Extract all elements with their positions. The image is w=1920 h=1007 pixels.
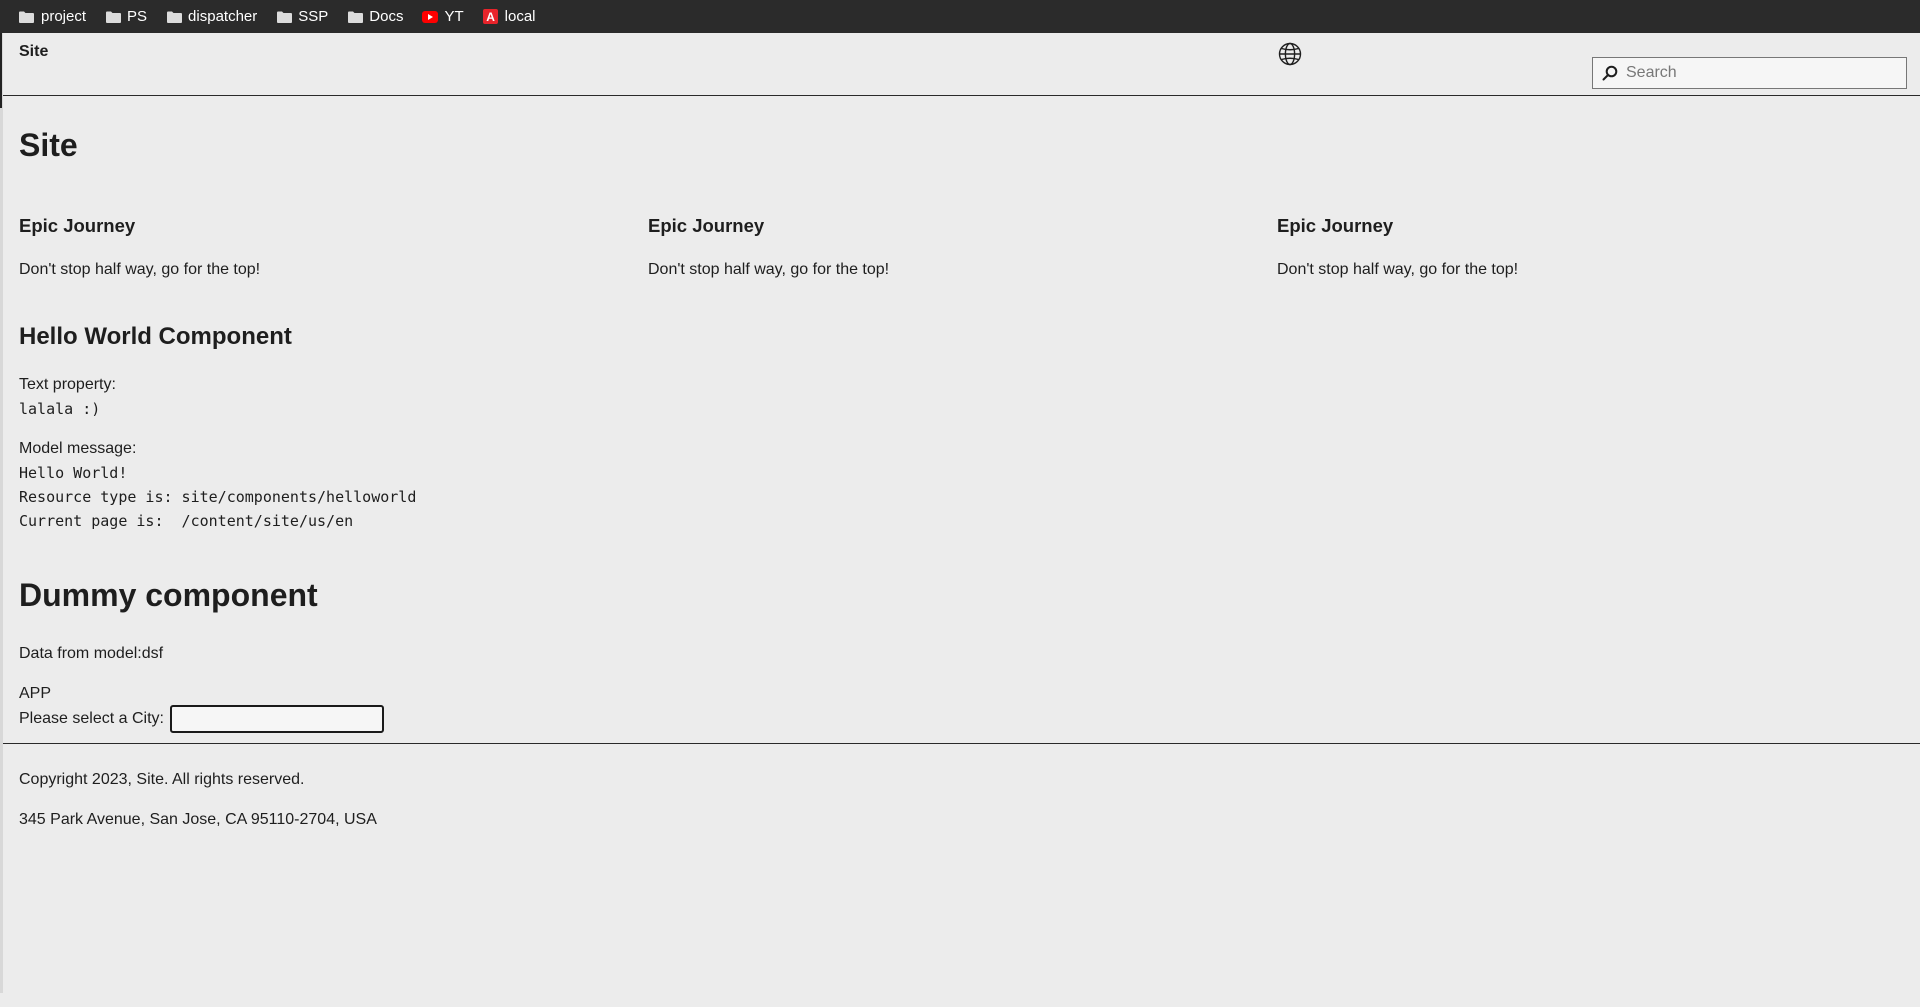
youtube-icon — [422, 9, 439, 25]
bookmark-label: local — [504, 8, 536, 25]
model-line: Current page is: /content/site/us/en — [19, 512, 354, 530]
page-title: Site — [19, 127, 78, 163]
folder-icon — [105, 9, 121, 25]
bookmark-project[interactable]: project — [18, 8, 86, 25]
search-box[interactable] — [1592, 57, 1907, 89]
bookmark-label: SSP — [298, 8, 329, 25]
teaser-description: Don't stop half way, go for the top! — [19, 261, 261, 278]
bookmark-docs[interactable]: Docs — [347, 8, 403, 25]
window-edge-accent — [0, 33, 2, 108]
teaser-card: Epic Journey Don't stop half way, go for… — [1277, 215, 1877, 279]
city-row: Please select a City: — [19, 705, 385, 733]
bookmark-label: PS — [127, 8, 148, 25]
search-input[interactable] — [1626, 64, 1896, 82]
app-label: APP — [19, 685, 52, 702]
text-property: Text property: lalala :) — [19, 373, 116, 421]
model-message-label: Model message: — [19, 440, 137, 457]
folder-icon — [166, 9, 182, 25]
model-line: Resource type is: site/components/hellow… — [19, 488, 417, 506]
teaser-title: Epic Journey — [648, 215, 765, 236]
teaser-description: Don't stop half way, go for the top! — [648, 261, 890, 278]
dummy-data: Data from model:dsf — [19, 645, 164, 662]
text-property-label: Text property: — [19, 376, 116, 393]
footer-divider — [3, 743, 1920, 744]
text-property-value: lalala :) — [19, 400, 101, 418]
site-header: Site — [3, 33, 1920, 96]
model-line: Hello World! — [19, 464, 128, 482]
bookmark-ps[interactable]: PS — [105, 8, 147, 25]
search-icon — [1602, 65, 1618, 81]
teaser-card: Epic Journey Don't stop half way, go for… — [648, 215, 1248, 279]
teaser-title: Epic Journey — [1277, 215, 1394, 236]
bottom-strip — [0, 993, 1920, 1007]
bookmark-label: project — [41, 8, 87, 25]
city-label: Please select a City: — [19, 710, 164, 728]
bookmark-local[interactable]: A local — [483, 8, 536, 25]
adobe-icon: A — [483, 9, 499, 25]
page-viewport: Site Site Epic Journey Don't stop half — [3, 33, 1920, 993]
bookmarks-bar: project PS dispatcher SSP Docs YT A loca… — [0, 0, 1920, 33]
teaser-description: Don't stop half way, go for the top! — [1277, 261, 1519, 278]
footer-copyright: Copyright 2023, Site. All rights reserve… — [19, 771, 305, 788]
folder-icon — [18, 9, 34, 25]
bookmark-label: YT — [444, 8, 464, 25]
brand-link[interactable]: Site — [19, 43, 48, 61]
bookmark-label: dispatcher — [188, 8, 258, 25]
folder-icon — [276, 9, 292, 25]
model-message: Model message: Hello World! Resource typ… — [19, 437, 416, 533]
folder-icon — [347, 9, 363, 25]
globe-icon[interactable] — [1277, 41, 1303, 67]
footer-address: 345 Park Avenue, San Jose, CA 95110-2704… — [19, 811, 377, 828]
city-input[interactable] — [170, 705, 385, 733]
bookmark-ssp[interactable]: SSP — [276, 8, 328, 25]
bookmark-yt[interactable]: YT — [422, 8, 464, 25]
teaser-card: Epic Journey Don't stop half way, go for… — [19, 215, 619, 279]
teaser-title: Epic Journey — [19, 215, 136, 236]
dummy-component-title: Dummy component — [19, 577, 318, 613]
bookmark-label: Docs — [369, 8, 404, 25]
bookmark-dispatcher[interactable]: dispatcher — [166, 8, 257, 25]
hello-world-title: Hello World Component — [19, 323, 292, 350]
